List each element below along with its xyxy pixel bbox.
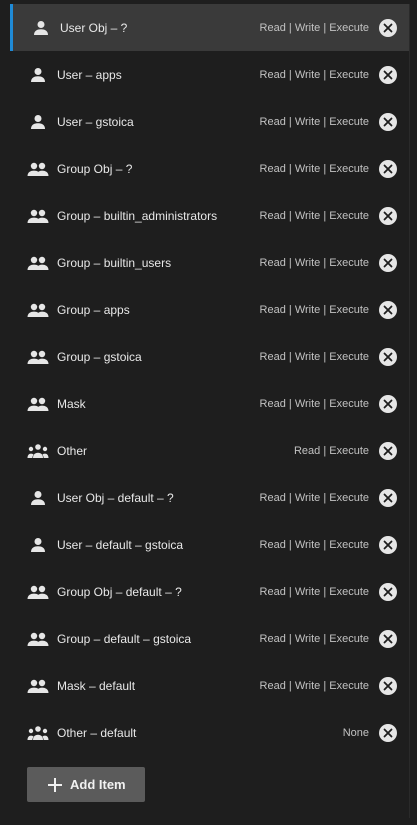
group-icon: [27, 630, 49, 648]
acl-entry-name: Group Obj – ?: [57, 161, 133, 176]
group-icon: [27, 348, 49, 366]
acl-entry-permissions: Read | Write | Execute: [259, 350, 369, 363]
acl-entry-permissions: Read | Write | Execute: [259, 209, 369, 222]
remove-entry-icon[interactable]: [379, 394, 397, 413]
user-icon: [27, 113, 49, 131]
acl-entry-permissions: Read | Write | Execute: [259, 303, 369, 316]
acl-entry-row[interactable]: Group Obj – default – ? Read | Write | Ex…: [10, 568, 409, 615]
acl-entry-name: Mask: [57, 396, 86, 411]
everyone-icon: [27, 442, 49, 460]
group-icon: [27, 254, 49, 272]
acl-entry-name: Group – gstoica: [57, 349, 142, 364]
acl-entry-permissions: Read | Write | Execute: [259, 115, 369, 128]
acl-entry-permissions: Read | Write | Execute: [259, 585, 369, 598]
acl-entry-row[interactable]: User Obj – ? Read | Write | Execute: [10, 4, 409, 51]
acl-entry-row[interactable]: User – default – gstoica Read | Write | E…: [10, 521, 409, 568]
acl-entry-name: User Obj – ?: [60, 20, 128, 35]
remove-entry-icon[interactable]: [379, 112, 397, 131]
group-icon: [27, 677, 49, 695]
acl-entry-name: Group Obj – default – ?: [57, 584, 182, 599]
acl-entry-name: Mask – default: [57, 678, 136, 693]
acl-entry-permissions: Read | Write | Execute: [259, 162, 369, 175]
acl-entry-permissions: Read | Write | Execute: [259, 397, 369, 410]
group-icon: [27, 160, 49, 178]
remove-entry-icon[interactable]: [379, 676, 397, 695]
acl-entry-permissions: Read | Write | Execute: [259, 679, 369, 692]
remove-entry-icon[interactable]: [379, 300, 397, 319]
user-icon: [27, 536, 49, 554]
acl-entry-permissions: Read | Write | Execute: [259, 491, 369, 504]
remove-entry-icon[interactable]: [379, 723, 397, 742]
acl-entry-row[interactable]: Group – gstoica Read | Write | Execute: [10, 333, 409, 380]
remove-entry-icon[interactable]: [379, 253, 397, 272]
add-item-label: Add Item: [70, 777, 126, 792]
remove-entry-icon[interactable]: [379, 18, 397, 37]
add-item-button[interactable]: Add Item: [27, 767, 145, 802]
acl-entry-name: User Obj – default – ?: [57, 490, 174, 505]
acl-entry-row[interactable]: User – gstoica Read | Write | Execute: [10, 98, 409, 145]
remove-entry-icon[interactable]: [379, 441, 397, 460]
group-icon: [27, 395, 49, 413]
group-icon: [27, 207, 49, 225]
acl-entry-name: Group – builtin_users: [57, 255, 172, 270]
remove-entry-icon[interactable]: [379, 347, 397, 366]
user-icon: [27, 66, 49, 84]
acl-entry-permissions: Read | Write | Execute: [259, 21, 369, 34]
acl-entry-name: Group – default – gstoica: [57, 631, 192, 646]
acl-entry-permissions: Read | Write | Execute: [259, 68, 369, 81]
acl-entry-name: User – gstoica: [57, 114, 134, 129]
acl-entry-name: Other – default: [57, 725, 137, 740]
acl-entry-row[interactable]: Group – apps Read | Write | Execute: [10, 286, 409, 333]
acl-entry-permissions: Read | Write | Execute: [259, 538, 369, 551]
group-icon: [27, 301, 49, 319]
acl-entry-row[interactable]: User – apps Read | Write | Execute: [10, 51, 409, 98]
acl-entry-permissions: Read | Write | Execute: [259, 256, 369, 269]
acl-entry-row[interactable]: Group Obj – ? Read | Write | Execute: [10, 145, 409, 192]
acl-entry-row[interactable]: Mask – default Read | Write | Execute: [10, 662, 409, 709]
acl-entry-name: Other: [57, 443, 88, 458]
remove-entry-icon[interactable]: [379, 535, 397, 554]
acl-entry-row[interactable]: Group – default – gstoica Read | Write | …: [10, 615, 409, 662]
remove-entry-icon[interactable]: [379, 206, 397, 225]
acl-entry-permissions: None: [342, 726, 369, 739]
acl-entry-name: Group – apps: [57, 302, 130, 317]
acl-entry-row[interactable]: Other – default None: [10, 709, 409, 756]
user-icon: [27, 489, 49, 507]
acl-entry-row[interactable]: Mask Read | Write | Execute: [10, 380, 409, 427]
acl-entry-row[interactable]: Other Read | Execute: [10, 427, 409, 474]
acl-entry-name: User – apps: [57, 67, 122, 82]
remove-entry-icon[interactable]: [379, 65, 397, 84]
plus-icon: [47, 777, 63, 793]
remove-entry-icon[interactable]: [379, 582, 397, 601]
acl-editor-panel: User Obj – ? Read | Write | Execute User –…: [10, 4, 410, 818]
group-icon: [27, 583, 49, 601]
acl-entry-row[interactable]: Group – builtin_users Read | Write | Exec…: [10, 239, 409, 286]
remove-entry-icon[interactable]: [379, 488, 397, 507]
acl-entry-row[interactable]: Group – builtin_administrators Read | Wri…: [10, 192, 409, 239]
acl-entry-name: Group – builtin_administrators: [57, 208, 218, 223]
acl-entry-name: User – default – gstoica: [57, 537, 184, 552]
acl-entry-permissions: Read | Execute: [293, 444, 369, 457]
acl-entry-permissions: Read | Write | Execute: [259, 632, 369, 645]
remove-entry-icon[interactable]: [379, 629, 397, 648]
acl-entry-row[interactable]: User Obj – default – ? Read | Write | Exe…: [10, 474, 409, 521]
acl-entry-list: User Obj – ? Read | Write | Execute User –…: [10, 4, 409, 756]
remove-entry-icon[interactable]: [379, 159, 397, 178]
everyone-icon: [27, 724, 49, 742]
user-icon: [30, 19, 52, 37]
